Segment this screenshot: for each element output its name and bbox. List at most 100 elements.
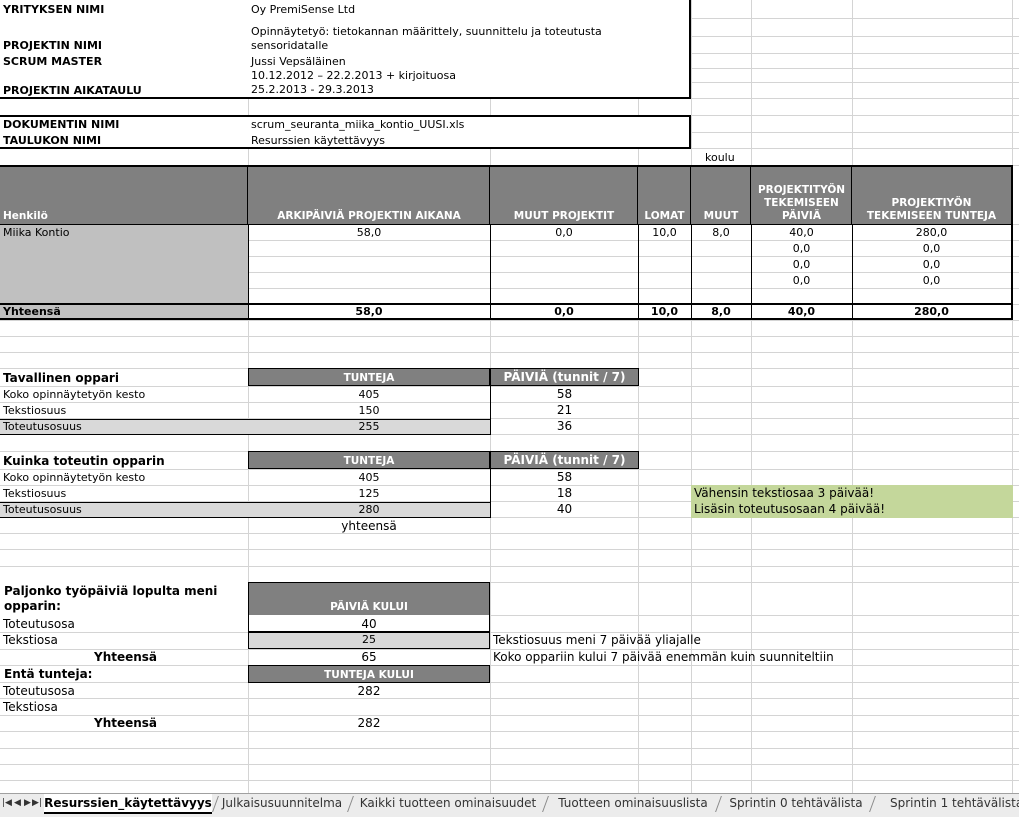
actual-row-days[interactable]: 58 [490,470,639,484]
workdays-value[interactable]: 58,0 [248,226,490,240]
total-hours[interactable]: 282 [248,716,490,730]
total-other[interactable]: 8,0 [691,305,751,319]
scrum-master-value[interactable]: Jussi Vepsäläinen [251,55,346,69]
gridline [852,0,853,793]
totals-label[interactable]: Yhteensä [3,305,61,319]
project-hours-value[interactable]: 0,0 [852,242,1011,256]
actual-title[interactable]: Kuinka toteutin opparin [3,454,165,468]
impl-label[interactable]: Toteutusosa [3,684,75,698]
text-label[interactable]: Tekstiosa [3,700,58,714]
tab-tuotteen-ominaisuuslista[interactable]: Tuotteen ominaisuuslista [553,794,713,814]
typical-hours-header[interactable]: TUNTEJA [248,368,490,386]
total-label[interactable]: Yhteensä [94,716,157,730]
sum-label[interactable]: yhteensä [248,519,490,533]
table-name-label: TAULUKON NIMI [3,134,102,147]
tab-resurssien-kaytettavyys[interactable]: Resurssien_käytettävyys [44,794,212,814]
header-person[interactable]: Henkilö [0,167,248,224]
actual-days-header[interactable]: PÄIVIÄ (tunnit / 7) [490,451,639,469]
company-value[interactable]: Oy PremiSense Ltd [251,3,355,17]
typical-row-hours[interactable]: 150 [248,404,490,418]
total-project-hours[interactable]: 280,0 [852,305,1011,319]
actual-row-label[interactable]: Toteutusosuus [3,503,82,517]
header-project-days[interactable]: PROJEKTITYÖN TEKEMISEEN PÄIVIÄ [751,167,852,224]
spent-hours-header[interactable]: TUNTEJA KULUI [248,665,490,683]
gridline [751,0,752,793]
text-note[interactable]: Tekstiosuus meni 7 päivää yliajalle [493,633,701,647]
schedule-value[interactable]: 10.12.2012 – 22.2.2013 + kirjoituosa [251,69,456,83]
gridline [1012,0,1013,793]
tab-sprintin-0-tehtavalista[interactable]: Sprintin 0 tehtävälista [726,794,866,814]
total-project-days[interactable]: 40,0 [751,305,852,319]
header-holidays[interactable]: LOMAT [638,167,691,224]
actual-row-days[interactable]: 18 [490,486,639,500]
total-note[interactable]: Koko oppariin kului 7 päivää enemmän kui… [493,650,834,664]
note-text-reduced[interactable]: Vähensin tekstiosaa 3 päivää! [694,486,874,500]
project-days-value[interactable]: 0,0 [751,258,852,272]
project-hours-value[interactable]: 0,0 [852,274,1011,288]
total-other-projects[interactable]: 0,0 [490,305,638,319]
header-workdays[interactable]: ARKIPÄIVIÄ PROJEKTIN AIKANA [248,167,490,224]
typical-title[interactable]: Tavallinen oppari [3,371,119,385]
impl-days[interactable]: 40 [248,617,490,631]
prev-sheet-icon[interactable]: ◀ [14,798,21,808]
person-name[interactable]: Miika Kontio [3,226,69,240]
actual-row-hours[interactable]: 125 [248,487,490,501]
other-value[interactable]: 8,0 [691,226,751,240]
spent-title[interactable]: Paljonko työpäiviä lopulta meni [4,584,217,598]
project-hours-value[interactable]: 280,0 [852,226,1011,240]
typical-days-header[interactable]: PÄIVIÄ (tunnit / 7) [490,368,639,386]
typical-row-days[interactable]: 36 [490,419,639,433]
tab-sprintin-1-tehtavalista[interactable]: Sprintin 1 tehtävälista [880,794,1019,814]
project-name-value[interactable]: Opinnäytetyö: tietokannan määrittely, su… [251,25,602,39]
schedule-value-2[interactable]: 25.2.2013 - 29.3.2013 [251,83,374,97]
actual-row-hours[interactable]: 280 [248,503,490,517]
text-label[interactable]: Tekstiosa [3,633,58,647]
sheet-tab-bar: |◀ ◀ ▶ ▶| Resurssien_käytettävyys Julkai… [0,793,1019,817]
note-text-added[interactable]: Lisäsin toteutusosaan 4 päivää! [694,502,885,516]
typical-row-label[interactable]: Koko opinnäytetyön kesto [3,388,145,402]
actual-hours-header[interactable]: TUNTEJA [248,451,490,469]
typical-row-hours[interactable]: 255 [248,420,490,434]
typical-row-days[interactable]: 21 [490,403,639,417]
actual-row-label[interactable]: Koko opinnäytetyön kesto [3,471,145,485]
typical-row-label[interactable]: Tekstiosuus [3,404,66,418]
project-days-value[interactable]: 0,0 [751,242,852,256]
project-name-value-2[interactable]: sensoridatalle [251,39,328,53]
project-days-value[interactable]: 40,0 [751,226,852,240]
spent-title-2[interactable]: opparin: [4,599,61,613]
hours-title[interactable]: Entä tunteja: [4,667,92,681]
spreadsheet[interactable]: YRITYKSEN NIMI Oy PremiSense Ltd Opinnäy… [0,0,1019,793]
spent-days-header[interactable]: PÄIVIÄ KULUI [248,582,490,616]
typical-row-days[interactable]: 58 [490,387,639,401]
tab-kaikki-tuotteen-ominaisuudet[interactable]: Kaikki tuotteen ominaisuudet [358,794,538,814]
tab-julkaisusuunnitelma[interactable]: Julkaisusuunnitelma [220,794,344,814]
header-other-projects[interactable]: MUUT PROJEKTIT [490,167,638,224]
actual-row-days[interactable]: 40 [490,502,639,516]
last-sheet-icon[interactable]: ▶| [32,798,42,808]
company-label: YRITYKSEN NIMI [3,3,105,16]
holidays-value[interactable]: 10,0 [638,226,691,240]
total-days[interactable]: 65 [248,650,490,664]
header-project-hours[interactable]: PROJEKTIYÖN TEKEMISEEN TUNTEJA [852,167,1011,224]
total-workdays[interactable]: 58,0 [248,305,490,319]
project-days-value[interactable]: 0,0 [751,274,852,288]
gridline [691,0,692,793]
actual-row-label[interactable]: Tekstiosuus [3,487,66,501]
koulu-label[interactable]: koulu [705,151,735,165]
document-name-value[interactable]: scrum_seuranta_miika_kontio_UUSI.xls [251,118,464,132]
total-holidays[interactable]: 10,0 [638,305,691,319]
typical-row-hours[interactable]: 405 [248,388,490,402]
next-sheet-icon[interactable]: ▶ [24,798,31,808]
total-label[interactable]: Yhteensä [94,650,157,664]
header-other[interactable]: MUUT [691,167,751,224]
impl-label[interactable]: Toteutusosa [3,617,75,631]
typical-row-label[interactable]: Toteutusosuus [3,420,82,434]
impl-hours[interactable]: 282 [248,684,490,698]
schedule-label: PROJEKTIN AIKATAULU [3,84,142,97]
project-hours-value[interactable]: 0,0 [852,258,1011,272]
actual-row-hours[interactable]: 405 [248,471,490,485]
text-days[interactable]: 25 [248,633,490,647]
first-sheet-icon[interactable]: |◀ [2,798,12,808]
other-projects-value[interactable]: 0,0 [490,226,638,240]
table-name-value[interactable]: Resurssien käytettävyys [251,134,385,148]
